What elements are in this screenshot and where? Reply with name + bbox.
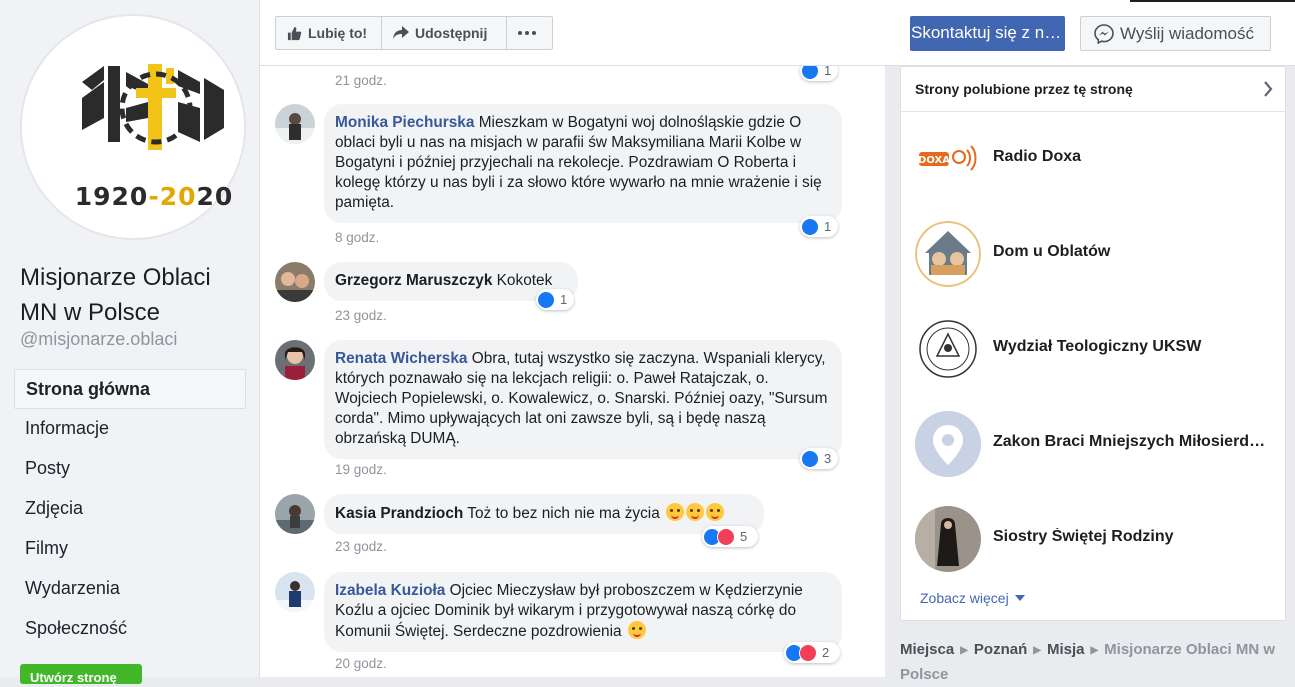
breadcrumb-item[interactable]: Poznań [974, 641, 1027, 658]
comment-author[interactable]: Renata Wicherska [335, 350, 467, 367]
grinning-emoji-icon [627, 621, 646, 639]
comment-author[interactable]: Izabela Kuzioła [335, 582, 445, 599]
liked-page-name: Wydział Teologiczny UKSW [993, 338, 1202, 355]
nav-item-home[interactable]: Strona główna [14, 369, 246, 409]
page-profile-picture[interactable]: 1920-2020 [20, 14, 246, 240]
comment-author[interactable]: Kasia Prandzioch [335, 505, 463, 522]
liked-pages-title[interactable]: Strony polubione przez tę stronę [915, 81, 1133, 97]
liked-page-item[interactable]: Wydział Teologiczny UKSW [915, 316, 1275, 382]
radio-doxa-logo-icon: DOXA [915, 126, 981, 192]
smiling-emoji-icon [706, 503, 725, 521]
like-label: Lubię to! [308, 25, 368, 41]
breadcrumb-separator-icon: ▶ [1033, 645, 1041, 656]
messenger-icon [1094, 23, 1114, 44]
like-reaction-icon [537, 290, 555, 309]
page-handle: @misjonarze.oblaci [20, 329, 178, 349]
share-button[interactable]: Udostępnij [381, 16, 507, 50]
comment-time[interactable]: 20 godz. [335, 656, 387, 671]
share-label: Udostępnij [415, 25, 488, 41]
comment-bubble: Monika Piechurska Mieszkam w Bogatyni wo… [324, 104, 842, 223]
send-message-button[interactable]: Wyślij wiadomość [1080, 16, 1271, 51]
contact-us-button[interactable]: Skontaktuj się z nami [910, 16, 1065, 51]
page-action-bar: Lubię to! Udostępnij Skontaktuj się z na… [260, 0, 1295, 66]
liked-page-item[interactable]: Siostry Świętej Rodziny [915, 506, 1275, 572]
love-reaction-icon [717, 527, 735, 546]
logo-year-text: 1920-2020 [75, 182, 234, 211]
jubilee-logo: 1920-2020 [75, 64, 234, 211]
comment-text: Toż to bez nich nie ma życia [467, 505, 660, 522]
more-options-button[interactable] [506, 16, 553, 50]
comment-author[interactable]: Monika Piechurska [335, 114, 474, 131]
breadcrumb-separator-icon: ▶ [1090, 645, 1099, 656]
comment-time[interactable]: 8 godz. [335, 230, 379, 245]
nav-item-info[interactable]: Informacje [14, 409, 246, 449]
comment-time[interactable]: 19 godz. [335, 462, 387, 477]
location-pin-icon [915, 411, 981, 477]
heart-eyes-emoji-icon [666, 503, 685, 521]
liked-page-item[interactable]: Dom u Oblatów [915, 221, 1275, 287]
left-sidebar: 1920-2020 Misjonarze Oblaci MN w Polsce … [0, 0, 260, 685]
commenter-avatar[interactable] [275, 262, 315, 302]
divider [901, 111, 1285, 112]
comment-bubble: Renata Wicherska Obra, tutaj wszystko si… [324, 340, 842, 459]
like-reaction-icon [801, 217, 819, 236]
nav-item-community[interactable]: Społeczność [14, 609, 246, 649]
svg-text:DOXA: DOXA [918, 155, 950, 166]
comment-bubble: Izabela Kuzioła Ojciec Mieczysław był pr… [324, 572, 842, 652]
commenter-avatar[interactable] [275, 340, 315, 380]
chevron-right-icon[interactable] [1263, 81, 1273, 97]
breadcrumb-separator-icon: ▶ [960, 645, 968, 656]
right-sidebar: Strony polubione przez tę stronę DOXA Ra… [885, 66, 1295, 683]
nav-item-events[interactable]: Wydarzenia [14, 569, 246, 609]
liked-page-name: Dom u Oblatów [993, 243, 1111, 260]
grinning-emoji-icon [686, 503, 705, 521]
liked-pages-box: Strony polubione przez tę stronę DOXA Ra… [900, 66, 1286, 621]
message-label: Wyślij wiadomość [1120, 23, 1254, 43]
breadcrumb-item[interactable]: Misja [1047, 641, 1085, 658]
ellipsis-icon [517, 31, 536, 35]
comment-bubble: Kasia Prandzioch Toż to bez nich nie ma … [324, 494, 764, 534]
reaction-count[interactable]: 1 [800, 66, 838, 81]
commenter-avatar[interactable] [275, 572, 315, 612]
nun-photo-icon [915, 506, 981, 572]
like-page-button[interactable]: Lubię to! [275, 16, 382, 50]
cover-edge [1130, 0, 1295, 2]
like-reaction-icon [801, 449, 819, 468]
page-title: Misjonarze Oblaci MN w Polsce [20, 264, 211, 326]
liked-page-name: Radio Doxa [993, 148, 1082, 165]
comment-time[interactable]: 21 godz. [335, 73, 387, 88]
liked-page-name: Siostry Świętej Rodziny [993, 528, 1174, 545]
nav-item-photos[interactable]: Zdjęcia [14, 489, 246, 529]
comments-feed: 21 godz. 1 Monika Piechurska Mieszkam w … [260, 66, 885, 677]
reaction-count[interactable]: 2 [784, 642, 840, 663]
share-arrow-icon [393, 26, 409, 39]
reaction-count[interactable]: 1 [800, 216, 838, 237]
comment-text: Kokotek [496, 272, 553, 289]
comment-author[interactable]: Grzegorz Maruszczyk [335, 272, 492, 289]
like-reaction-icon [801, 66, 819, 80]
create-page-button[interactable]: Utwórz stronę [20, 664, 142, 685]
commenter-avatar[interactable] [275, 104, 315, 144]
see-more-link[interactable]: Zobacz więcej [920, 590, 1025, 606]
breadcrumb: Miejsca ▶ Poznań ▶ Misja ▶ Misjonarze Oblaci M… [900, 638, 1290, 687]
house-logo-icon [915, 221, 981, 287]
reaction-count[interactable]: 3 [800, 448, 838, 469]
breadcrumb-item[interactable]: Miejsca [900, 641, 954, 658]
comment-time[interactable]: 23 godz. [335, 308, 387, 323]
reaction-count[interactable]: 5 [702, 526, 758, 547]
liked-page-item[interactable]: Zakon Braci Mniejszych Miłosierdzia [915, 411, 1275, 477]
reaction-count[interactable]: 1 [536, 289, 574, 310]
page-navigation: Strona główna Informacje Posty Zdjęcia F… [14, 369, 246, 649]
love-reaction-icon [799, 643, 817, 662]
university-seal-icon [915, 316, 981, 382]
thumbs-up-icon [287, 26, 302, 40]
nav-item-videos[interactable]: Filmy [14, 529, 246, 569]
commenter-avatar[interactable] [275, 494, 315, 534]
liked-page-item[interactable]: DOXA Radio Doxa [915, 126, 1275, 192]
liked-page-name: Zakon Braci Mniejszych Miłosierdzia [993, 433, 1268, 450]
nav-item-posts[interactable]: Posty [14, 449, 246, 489]
comment-time[interactable]: 23 godz. [335, 539, 387, 554]
caret-down-icon [1014, 595, 1025, 601]
